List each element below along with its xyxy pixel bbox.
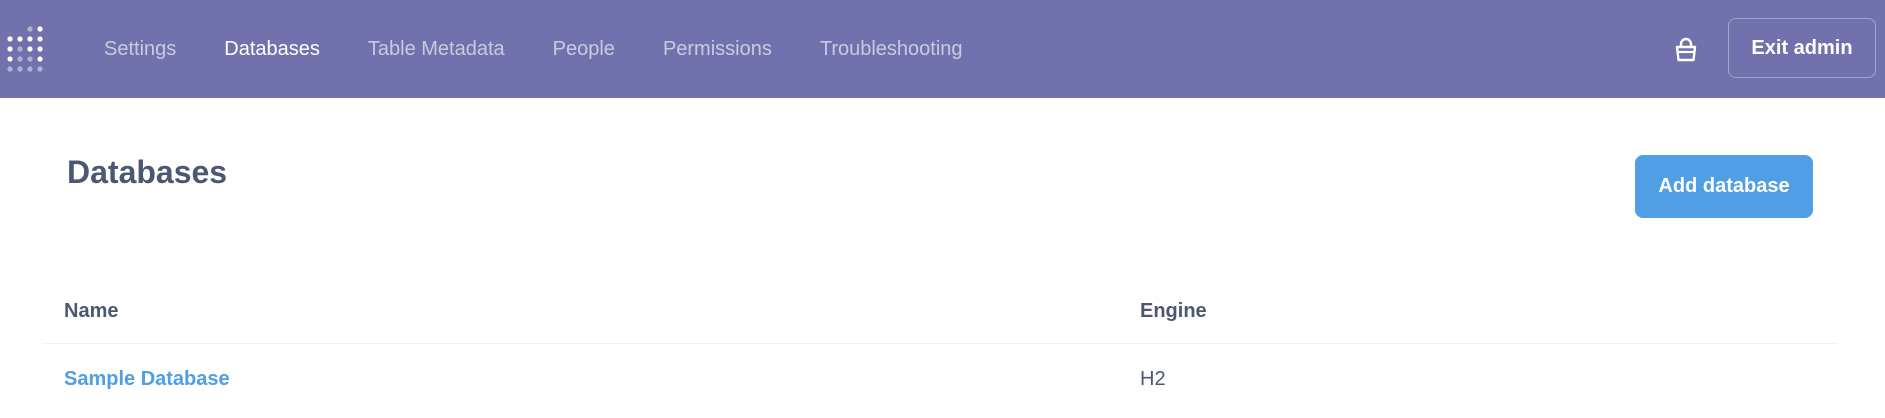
- column-header-engine: Engine: [1140, 300, 1207, 322]
- nav-item-troubleshooting[interactable]: Troubleshooting: [820, 38, 963, 61]
- nav-item-table-metadata[interactable]: Table Metadata: [368, 38, 505, 61]
- nav-item-databases[interactable]: Databases: [224, 38, 320, 61]
- page-title: Databases: [67, 154, 228, 190]
- store-bag-icon[interactable]: [1673, 37, 1699, 63]
- metabase-logo-icon[interactable]: [7, 25, 47, 73]
- table-divider: [42, 343, 1837, 344]
- database-engine: H2: [1140, 368, 1166, 390]
- nav-item-people[interactable]: People: [553, 38, 615, 61]
- admin-navbar: Settings Databases Table Metadata People…: [0, 0, 1885, 98]
- column-header-name: Name: [64, 300, 119, 322]
- nav-item-settings[interactable]: Settings: [104, 38, 176, 61]
- add-database-button[interactable]: Add database: [1635, 155, 1813, 218]
- admin-nav: Settings Databases Table Metadata People…: [104, 0, 1011, 98]
- database-name-link[interactable]: Sample Database: [64, 368, 230, 391]
- exit-admin-button[interactable]: Exit admin: [1728, 18, 1876, 78]
- nav-item-permissions[interactable]: Permissions: [663, 38, 772, 61]
